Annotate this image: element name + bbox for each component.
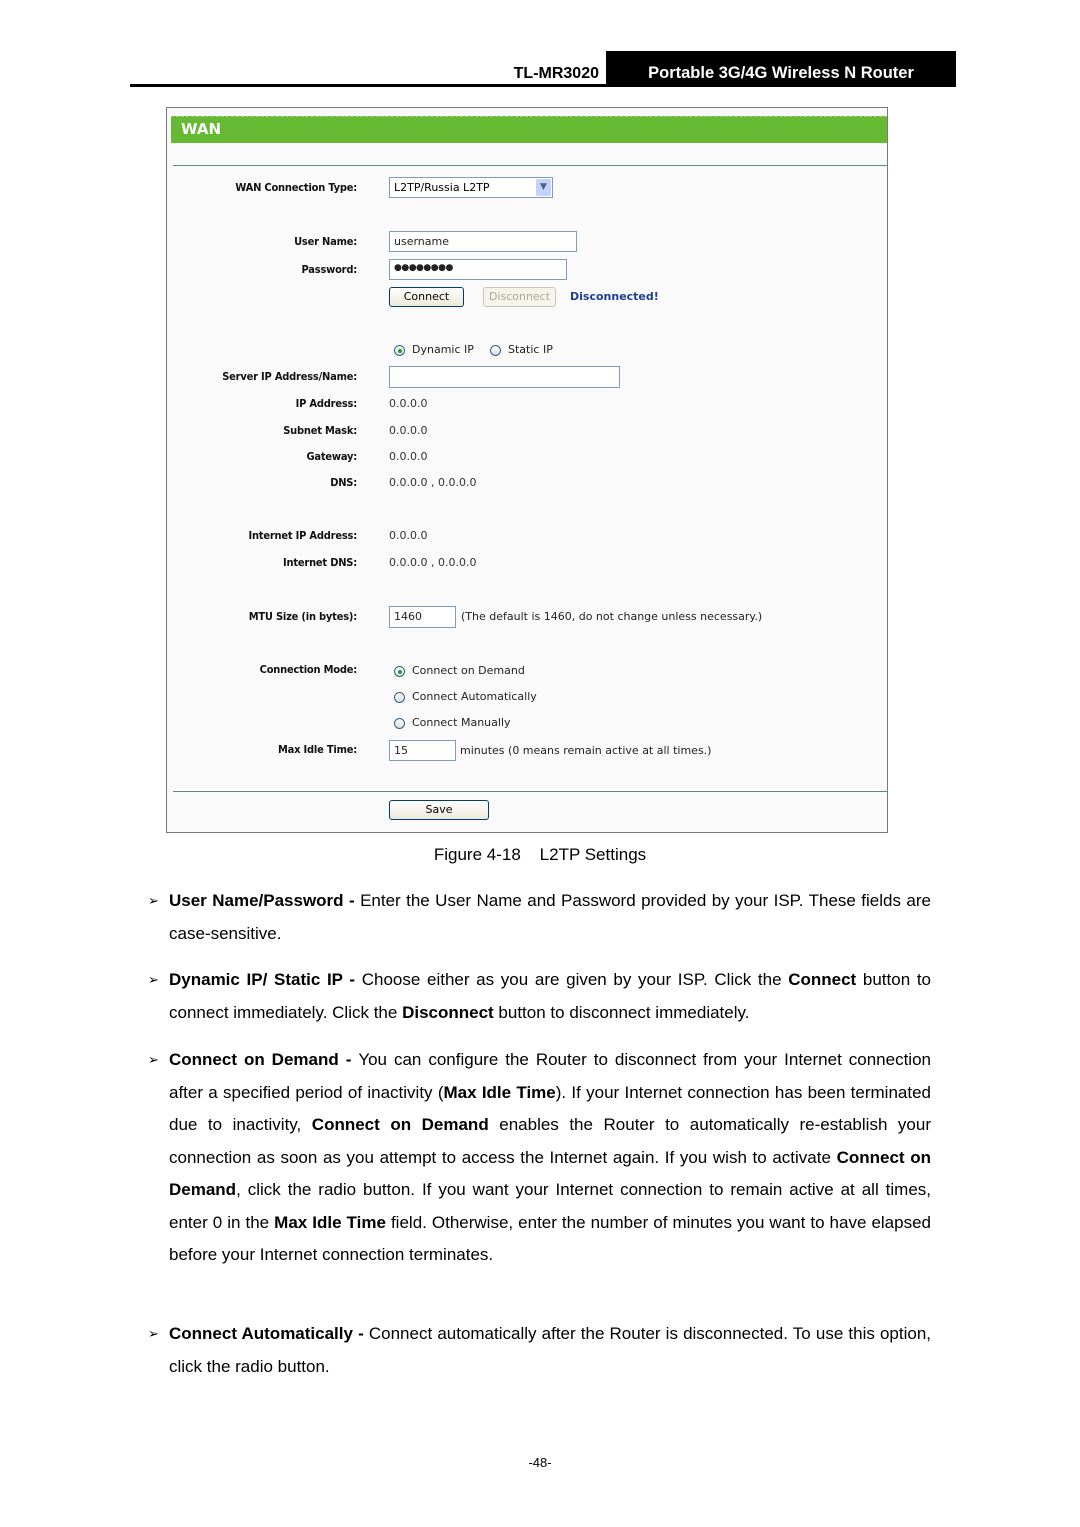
page-header: TL-MR3020 Portable 3G/4G Wireless N Rout… [130, 51, 956, 87]
server-label: Server IP Address/Name: [222, 370, 357, 383]
header-rule [130, 84, 956, 87]
bold-term: Connect Automatically - [169, 1324, 369, 1343]
bold-term: Connect on Demand [311, 1115, 489, 1134]
figure-caption: Figure 4-18 L2TP Settings [433, 845, 647, 864]
arrow-bullet-icon: ➢ [148, 893, 159, 908]
mtu-label: MTU Size (in bytes): [248, 610, 357, 623]
header-product: Portable 3G/4G Wireless N Router [606, 51, 956, 87]
bullet-connect-automatically: ➢ Connect Automatically - Connect automa… [148, 1318, 931, 1383]
connect-manually-label: Connect Manually [412, 716, 511, 729]
save-button[interactable]: Save [389, 800, 489, 820]
mtu-hint: (The default is 1460, do not change unle… [461, 610, 763, 623]
disconnect-button[interactable]: Disconnect [483, 287, 556, 307]
bold-term: Dynamic IP/ Static IP - [169, 970, 362, 989]
dns-label: DNS: [330, 476, 357, 489]
user-name-input[interactable]: username [389, 231, 577, 252]
chevron-down-icon[interactable]: ▼ [536, 179, 551, 196]
panel-titlebar: WAN [171, 116, 887, 143]
page-number: -48- [528, 1455, 552, 1470]
bullet-text: Connect on Demand - You can configure th… [169, 1044, 931, 1272]
panel-divider-top [173, 165, 887, 166]
connect-automatically-radio[interactable] [394, 692, 405, 703]
internet-ip-label: Internet IP Address: [248, 529, 357, 542]
ip-address-label: IP Address: [295, 397, 358, 410]
bold-term: Disconnect [402, 1002, 494, 1022]
connect-on-demand-radio[interactable] [394, 666, 405, 677]
static-ip-label: Static IP [508, 343, 553, 356]
password-input[interactable]: ●●●●●●●● [389, 259, 567, 280]
dynamic-ip-radio[interactable] [394, 345, 405, 356]
text-run: button to disconnect immediately. [493, 1002, 750, 1022]
internet-dns-value: 0.0.0.0 , 0.0.0.0 [389, 556, 477, 569]
panel-title: WAN [181, 120, 222, 138]
connect-button[interactable]: Connect [389, 287, 464, 307]
bold-term: Connect [788, 970, 857, 989]
max-idle-time-input[interactable]: 15 [389, 740, 456, 761]
bullet-user-name-password: ➢ User Name/Password - Enter the User Na… [148, 885, 931, 950]
max-idle-time-hint: minutes (0 means remain active at all ti… [460, 744, 712, 757]
dynamic-ip-label: Dynamic IP [412, 343, 474, 356]
bold-term: Max Idle Time [274, 1212, 386, 1232]
connect-automatically-label: Connect Automatically [412, 690, 537, 703]
wan-connection-type-value: L2TP/Russia L2TP [394, 181, 490, 194]
panel-divider-bottom [173, 791, 887, 792]
bold-term: Connect on Demand - [169, 1050, 359, 1069]
server-input[interactable] [389, 366, 620, 388]
connection-mode-label: Connection Mode: [259, 663, 358, 676]
bullet-text: Dynamic IP/ Static IP - Choose either as… [169, 964, 931, 1029]
arrow-bullet-icon: ➢ [148, 1052, 159, 1067]
wan-settings-panel: WAN WAN Connection Type: L2TP/Russia L2T… [166, 107, 888, 833]
mtu-input[interactable]: 1460 [389, 606, 456, 628]
bullet-text: User Name/Password - Enter the User Name… [169, 885, 931, 950]
password-label: Password: [301, 263, 358, 276]
bullet-text: Connect Automatically - Connect automati… [169, 1318, 931, 1383]
arrow-bullet-icon: ➢ [148, 972, 159, 987]
header-model: TL-MR3020 [513, 65, 599, 82]
bullet-dynamic-static-ip: ➢ Dynamic IP/ Static IP - Choose either … [148, 964, 931, 1029]
static-ip-radio[interactable] [490, 345, 501, 356]
gateway-value: 0.0.0.0 [389, 450, 428, 463]
connect-manually-radio[interactable] [394, 718, 405, 729]
wan-connection-type-label: WAN Connection Type: [235, 181, 357, 194]
bold-term: Max Idle Time [443, 1082, 556, 1102]
connection-status: Disconnected! [570, 290, 659, 303]
internet-ip-value: 0.0.0.0 [389, 529, 428, 542]
subnet-mask-label: Subnet Mask: [283, 424, 357, 437]
arrow-bullet-icon: ➢ [148, 1326, 159, 1341]
user-name-label: User Name: [294, 235, 357, 248]
connect-on-demand-label: Connect on Demand [412, 664, 525, 677]
bullet-connect-on-demand: ➢ Connect on Demand - You can configure … [148, 1044, 931, 1272]
text-run: Choose either as you are given by your I… [361, 970, 789, 989]
bold-term: User Name/Password - [169, 891, 361, 910]
gateway-label: Gateway: [306, 450, 357, 463]
wan-connection-type-select[interactable]: L2TP/Russia L2TP ▼ [389, 177, 553, 198]
internet-dns-label: Internet DNS: [283, 556, 357, 569]
subnet-mask-value: 0.0.0.0 [389, 424, 428, 437]
ip-address-value: 0.0.0.0 [389, 397, 428, 410]
max-idle-time-label: Max Idle Time: [278, 743, 357, 756]
dns-value: 0.0.0.0 , 0.0.0.0 [389, 476, 477, 489]
